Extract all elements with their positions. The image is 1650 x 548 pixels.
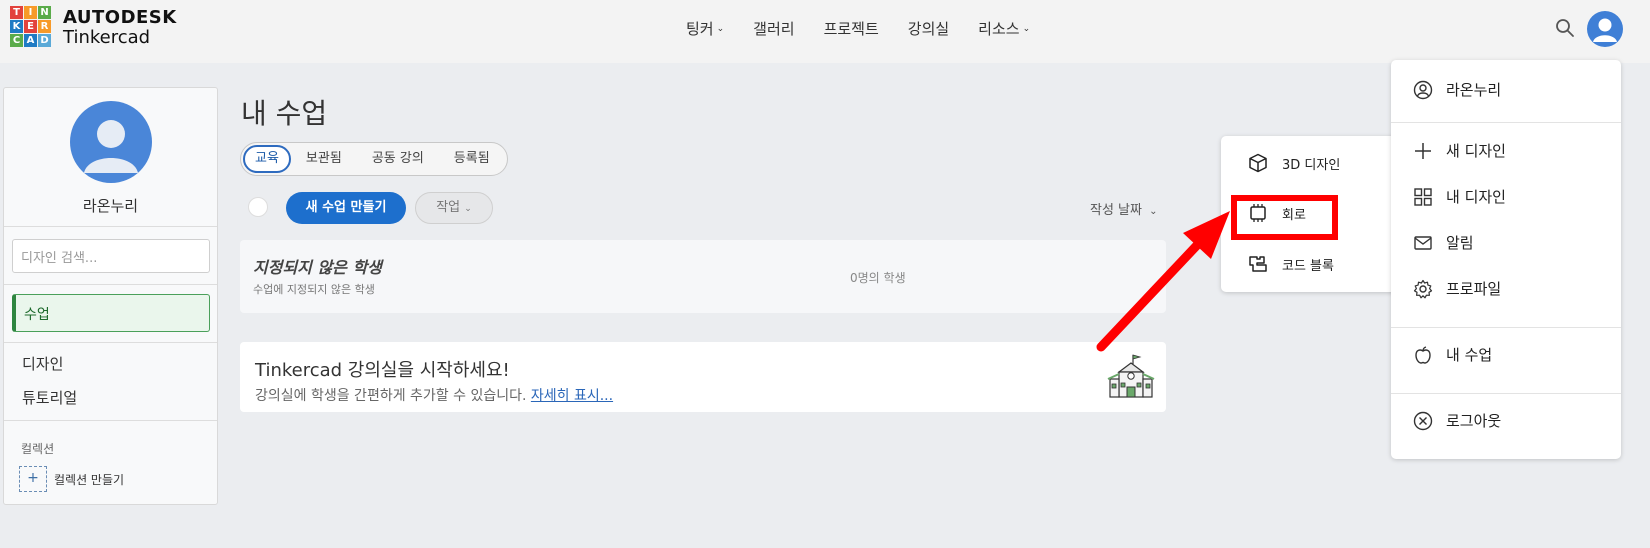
unassigned-students-card[interactable]: 지정되지 않은 학생 수업에 지정되지 않은 학생 0명의 학생 [240,240,1166,313]
brand[interactable]: AUTODESK Tinkercad [63,8,177,48]
create-collection-button[interactable]: 컬렉션 만들기 [54,471,124,488]
divider [4,420,217,421]
divider [4,342,217,343]
user-account-menu: 라온누리 새 디자인 내 디자인 알림 프로파일 내 수업 로그아웃 [1391,60,1621,459]
divider [1391,393,1621,394]
logo-letter: K [10,20,23,33]
menu-item-label: 프로파일 [1446,280,1502,298]
menu-item-profile[interactable]: 프로파일 [1413,278,1501,299]
nav-item-projects[interactable]: 프로젝트 [824,18,879,39]
brand-autodesk: AUTODESK [63,7,177,28]
nav-item-classrooms[interactable]: 강의실 [908,18,949,39]
card-title: 지정되지 않은 학생 [253,258,382,277]
nav-label: 리소스 [978,20,1020,38]
grid-icon [1414,187,1432,206]
class-tabs: 교육 보관됨 공동 강의 등록됨 [240,142,508,176]
page-title: 내 수업 [241,97,328,130]
nav-item-gallery[interactable]: 갤러리 [753,18,794,39]
apple-icon [1415,345,1431,364]
logo-letter: C [10,34,23,47]
divider [1391,122,1621,123]
menu-item-label: 로그아웃 [1446,412,1502,430]
chevron-down-icon: ⌄ [1022,23,1031,34]
learn-more-link[interactable]: 자세히 표시... [531,388,613,404]
divider [4,284,217,285]
plus-icon [1415,142,1431,159]
nav-label: 갤러리 [753,20,795,38]
actions-label: 작업 [436,200,461,215]
menu-item-label: 내 디자인 [1446,188,1506,206]
card-subtitle: 수업에 지정되지 않은 학생 [253,283,375,296]
menu-item-code-blocks[interactable]: 코드 블록 [1248,254,1334,274]
tab-enrolled[interactable]: 등록됨 [439,145,505,173]
annotation-arrow [1096,211,1230,352]
main-nav: 팅커 ⌄ 갤러리 프로젝트 강의실 리소스 ⌄ [686,18,1059,39]
tab-education[interactable]: 교육 [243,145,291,173]
close-circle-icon [1413,411,1433,430]
menu-item-3d-design[interactable]: 3D 디자인 [1248,153,1340,173]
nav-label: 프로젝트 [823,20,879,38]
left-sidebar: 라온누리 디자인 검색... 수업 디자인 튜토리얼 컬렉션 + 컬렉션 만들기 [3,87,218,505]
user-avatar-icon[interactable] [1587,11,1623,47]
nav-label: 강의실 [907,20,950,38]
design-search-input[interactable]: 디자인 검색... [12,239,210,273]
user-avatar-icon[interactable] [70,101,152,183]
nav-label: 팅커 [686,20,714,38]
tab-archived[interactable]: 보관됨 [291,145,357,173]
select-all-checkbox[interactable] [248,197,268,217]
menu-item-logout[interactable]: 로그아웃 [1413,410,1501,431]
menu-item-new-design[interactable]: 새 디자인 [1413,140,1506,161]
menu-item-label: 코드 블록 [1282,258,1334,274]
logo-letter: D [38,34,51,47]
menu-item-label: 새 디자인 [1446,142,1506,160]
search-icon[interactable] [1555,18,1575,38]
actions-dropdown[interactable]: 작업 ⌄ [415,192,493,224]
logo-letter: I [24,6,37,19]
collections-heading: 컬렉션 [21,442,55,456]
gear-icon [1413,279,1433,298]
tinkercad-logo-icon[interactable]: TIN KER CAD [10,6,52,48]
sidebar-item-tutorials[interactable]: 튜토리얼 [22,387,77,408]
menu-item-label: 알림 [1446,234,1474,252]
student-count: 0명의 학생 [850,271,906,285]
divider [4,226,217,227]
promo-subtitle: 강의실에 학생을 간편하게 추가할 수 있습니다. 자세히 표시... [255,385,613,405]
nav-item-resources[interactable]: 리소스 ⌄ [978,18,1030,39]
logo-letter: T [10,6,23,19]
chevron-down-icon: ⌄ [716,23,725,34]
code-blocks-icon [1249,256,1267,272]
annotation-highlight-box [1231,195,1338,240]
new-class-button[interactable]: 새 수업 만들기 [286,192,406,224]
classroom-promo-card: Tinkercad 강의실을 시작하세요! 강의실에 학생을 간편하게 추가할 … [240,342,1166,412]
user-circle-icon [1413,80,1433,99]
school-icon [1107,354,1155,398]
sidebar-item-designs[interactable]: 디자인 [22,353,63,374]
sidebar-username: 라온누리 [82,197,139,215]
divider [1391,327,1621,328]
sidebar-item-classes[interactable]: 수업 [12,294,210,332]
menu-item-user-profile[interactable]: 라온누리 [1413,79,1501,100]
menu-item-my-classes[interactable]: 내 수업 [1413,344,1492,365]
cube-icon [1249,153,1267,173]
menu-item-label: 라온누리 [1446,81,1502,99]
tab-co-teaching[interactable]: 공동 강의 [357,145,439,173]
nav-item-tinker[interactable]: 팅커 ⌄ [686,18,724,39]
brand-tinkercad: Tinkercad [63,26,151,48]
menu-item-label: 내 수업 [1446,346,1493,364]
promo-text: 강의실에 학생을 간편하게 추가할 수 있습니다. [255,388,531,404]
menu-item-my-designs[interactable]: 내 디자인 [1413,186,1506,207]
top-header: TIN KER CAD AUTODESK Tinkercad 팅커 ⌄ 갤러리 프로… [0,0,1650,63]
logo-letter: E [24,20,37,33]
logo-letter: R [38,20,51,33]
mail-icon [1414,235,1432,250]
menu-item-notifications[interactable]: 알림 [1413,232,1474,253]
menu-item-label: 3D 디자인 [1282,157,1341,173]
chevron-down-icon: ⌄ [464,204,472,214]
logo-letter: N [38,6,51,19]
promo-title: Tinkercad 강의실을 시작하세요! [255,360,510,381]
logo-letter: A [24,34,37,47]
plus-icon[interactable]: + [19,466,47,492]
